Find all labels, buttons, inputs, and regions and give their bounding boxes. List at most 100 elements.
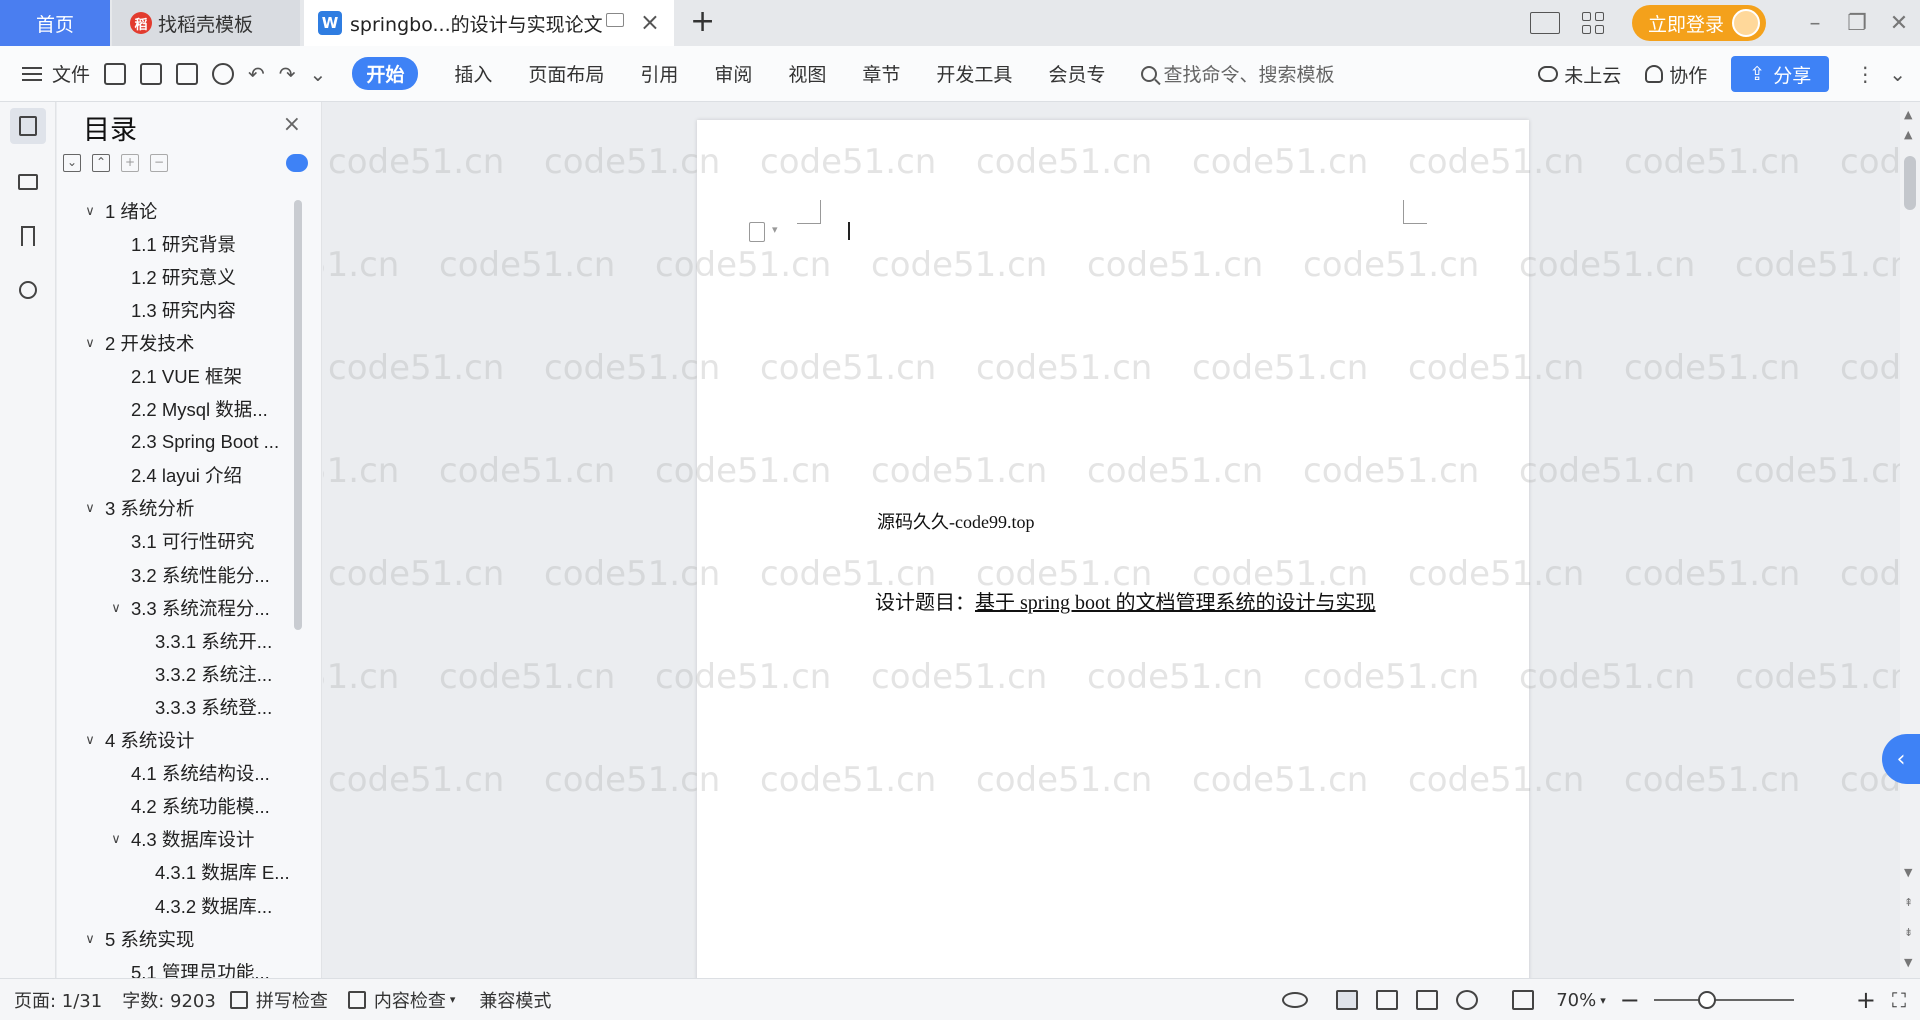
toc-item[interactable]: ∨ 3 系统分析	[71, 492, 303, 525]
print-icon[interactable]	[176, 62, 199, 85]
toc-item[interactable]: 5.1 管理员功能...	[71, 955, 303, 978]
toc-item[interactable]: ∨ 5 系统实现	[71, 922, 303, 955]
document-page[interactable]: 源码久久-code99.top 设计题目：基于 spring boot 的文档管…	[697, 120, 1529, 978]
chevron-down-icon[interactable]: ∨	[107, 831, 125, 847]
toc-item[interactable]: 1.3 研究内容	[71, 293, 303, 326]
apps-grid-icon[interactable]	[1581, 12, 1604, 34]
scroll-down-page-icon[interactable]: ▼	[1904, 866, 1912, 879]
toc-scrollbar[interactable]	[294, 200, 302, 630]
web-view-icon[interactable]	[1456, 990, 1479, 1010]
ribbon-tab-references[interactable]: 引用	[640, 60, 678, 87]
zoom-out-icon[interactable]: −	[1620, 986, 1640, 1014]
scroll-down-icon[interactable]: ▼	[1904, 956, 1912, 969]
toc-item[interactable]: 4.2 系统功能模...	[71, 790, 303, 823]
collapse-ribbon-icon[interactable]: ⌄	[1889, 62, 1906, 86]
toc-item[interactable]: ∨ 4.3 数据库设计	[71, 823, 303, 856]
chevron-down-icon[interactable]: ∨	[81, 203, 99, 219]
toc-item[interactable]: 3.3.2 系统注...	[71, 657, 303, 690]
share-button[interactable]: ⇪ 分享	[1731, 56, 1830, 92]
command-search[interactable]: 查找命令、搜索模板	[1141, 60, 1334, 87]
export-icon[interactable]	[140, 62, 163, 85]
close-tab-icon[interactable]: ×	[640, 8, 660, 36]
quick-access-dropdown-icon[interactable]: ⌄	[310, 62, 327, 86]
redo-icon[interactable]: ↷	[279, 62, 296, 86]
screen-icon[interactable]	[606, 13, 624, 27]
undo-icon[interactable]: ↶	[248, 62, 265, 86]
collapse-all-icon[interactable]: ⌄	[63, 154, 81, 172]
toc-item[interactable]: 2.1 VUE 框架	[71, 359, 303, 392]
chevron-down-icon[interactable]: ∨	[81, 500, 99, 516]
cloud-status-button[interactable]: 未上云	[1538, 61, 1621, 88]
prev-page-icon[interactable]: ⇞	[1904, 896, 1913, 909]
collaborate-button[interactable]: 协作	[1645, 61, 1707, 88]
more-icon[interactable]: ⋮	[1855, 62, 1875, 86]
chevron-down-icon[interactable]: ∨	[81, 335, 99, 351]
toc-item[interactable]: ∨ 1 绪论	[71, 194, 303, 227]
restore-icon[interactable]: ❐	[1836, 11, 1878, 36]
zoom-slider[interactable]	[1653, 991, 1794, 1009]
reading-view-icon[interactable]	[1416, 990, 1439, 1010]
tab-template[interactable]: 稻 找稻壳模板	[112, 0, 300, 46]
toc-item[interactable]: 1.2 研究意义	[71, 260, 303, 293]
vertical-scrollbar[interactable]: ▲ ▲ ▼ ⇞ ⇟ ▼	[1900, 102, 1920, 978]
content-check-button[interactable]: 内容检查 ▾	[347, 987, 455, 1013]
toc-item[interactable]: 1.1 研究背景	[71, 227, 303, 260]
ribbon-tab-review[interactable]: 审阅	[714, 60, 752, 87]
toc-item[interactable]: ∨ 2 开发技术	[71, 326, 303, 359]
paragraph-handle-icon[interactable]	[749, 222, 778, 242]
minimize-icon[interactable]: –	[1794, 11, 1836, 36]
zoom-level[interactable]: 70%	[1556, 990, 1596, 1011]
toc-item[interactable]: ∨ 4 系统设计	[71, 724, 303, 757]
ribbon-tab-developer[interactable]: 开发工具	[936, 60, 1012, 87]
chevron-down-icon[interactable]: ∨	[107, 600, 125, 616]
toc-item[interactable]: ∨ 3.3 系统流程分...	[71, 591, 303, 624]
toc-item[interactable]: 2.3 Spring Boot ...	[71, 426, 303, 459]
tab-document[interactable]: W springbo...的设计与实现论文 ×	[304, 0, 674, 46]
zoom-slider-knob[interactable]	[1698, 991, 1717, 1009]
find-icon[interactable]	[10, 272, 46, 308]
ribbon-tab-insert[interactable]: 插入	[454, 60, 492, 87]
close-icon[interactable]: ×	[283, 112, 301, 137]
close-window-icon[interactable]: ✕	[1878, 11, 1920, 36]
toc-item[interactable]: 4.3.2 数据库...	[71, 889, 303, 922]
toc-item[interactable]: 3.3.1 系统开...	[71, 624, 303, 657]
fullscreen-icon[interactable]: ⛶	[1892, 988, 1906, 1012]
chevron-down-icon[interactable]: ∨	[81, 732, 99, 748]
remove-heading-icon[interactable]: −	[150, 154, 168, 172]
login-button[interactable]: 立即登录	[1631, 5, 1766, 41]
toc-item[interactable]: 3.1 可行性研究	[71, 525, 303, 558]
zoom-dropdown-icon[interactable]: ▾	[1600, 994, 1606, 1007]
bookmark-icon[interactable]	[10, 218, 46, 254]
scroll-up-icon[interactable]: ▲	[1904, 108, 1912, 121]
tab-home[interactable]: 首页	[0, 0, 110, 46]
word-count[interactable]: 字数: 9203	[122, 987, 216, 1013]
add-heading-icon[interactable]: +	[121, 154, 139, 172]
ribbon-tab-start[interactable]: 开始	[352, 57, 419, 90]
print-preview-icon[interactable]	[212, 62, 235, 85]
zoom-in-icon[interactable]: +	[1856, 986, 1876, 1014]
toc-item[interactable]: 2.2 Mysql 数据...	[71, 393, 303, 426]
eye-protection-icon[interactable]	[1282, 992, 1309, 1008]
fit-page-icon[interactable]	[1512, 990, 1535, 1010]
outline-view-icon[interactable]	[1376, 990, 1399, 1010]
scroll-thumb[interactable]	[1904, 156, 1916, 210]
scroll-up-page-icon[interactable]: ▲	[1904, 128, 1912, 141]
file-menu-button[interactable]: 文件	[22, 60, 90, 87]
toc-item[interactable]: 2.4 layui 介绍	[71, 459, 303, 492]
ribbon-tab-layout[interactable]: 页面布局	[528, 60, 604, 87]
toc-item[interactable]: 4.3.1 数据库 E...	[71, 856, 303, 889]
toc-item[interactable]: 3.2 系统性能分...	[71, 558, 303, 591]
page-count[interactable]: 页面: 1/31	[14, 987, 102, 1013]
page-view-icon[interactable]	[1336, 990, 1359, 1010]
toc-item[interactable]: 4.1 系统结构设...	[71, 757, 303, 790]
save-icon[interactable]	[104, 62, 127, 85]
new-tab-plus-icon[interactable]: +	[690, 4, 715, 39]
expand-all-icon[interactable]: ⌃	[92, 154, 110, 172]
window-layout-icon[interactable]	[1529, 12, 1560, 34]
ribbon-tab-chapter[interactable]: 章节	[862, 60, 900, 87]
ai-assistant-icon[interactable]	[286, 154, 308, 172]
toc-panel-icon[interactable]	[10, 108, 46, 144]
next-page-icon[interactable]: ⇟	[1904, 926, 1913, 939]
spell-check-button[interactable]: 拼写检查	[229, 987, 328, 1013]
ribbon-tab-view[interactable]: 视图	[788, 60, 826, 87]
